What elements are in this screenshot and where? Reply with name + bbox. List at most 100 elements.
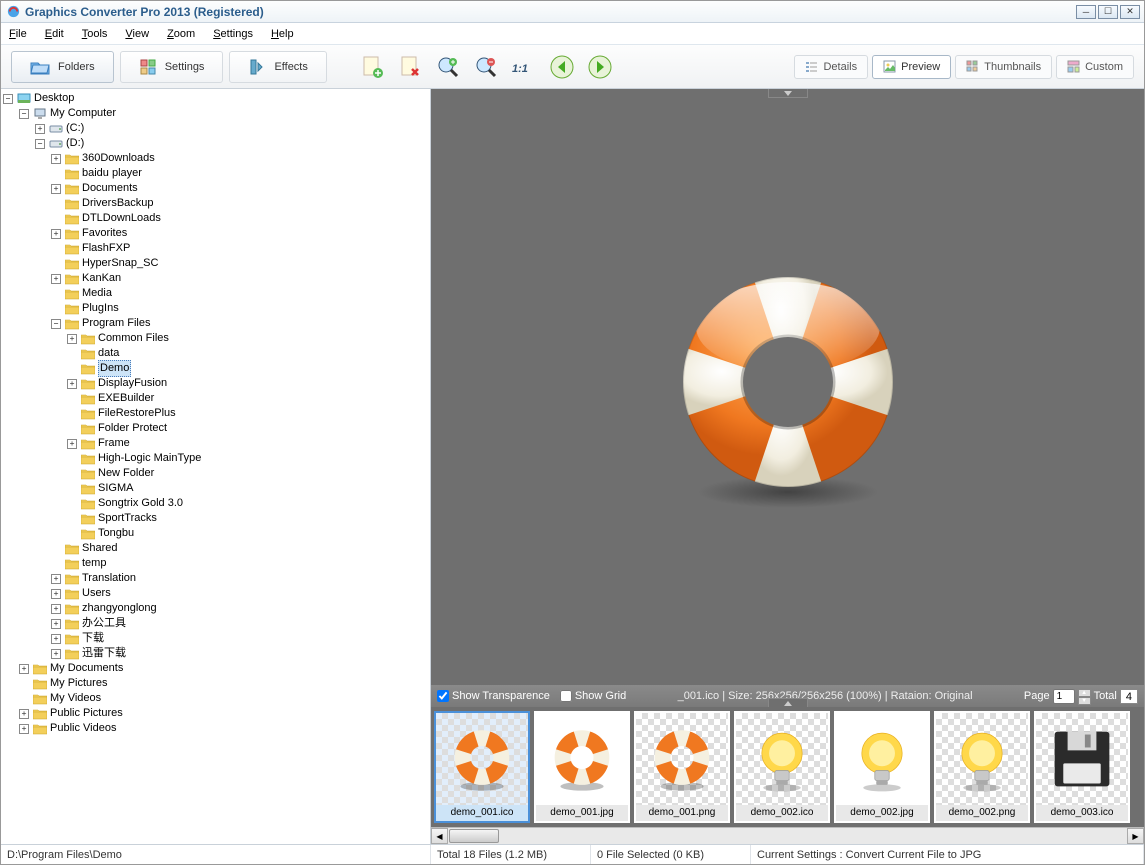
page-spinner[interactable]: ▲▼ [1078,689,1091,704]
menu-edit[interactable]: Edit [45,28,64,40]
tree-item[interactable]: High-Logic MainType [3,451,428,466]
tree-item[interactable]: +下载 [3,631,428,646]
tree-item[interactable]: temp [3,556,428,571]
zoom-actual-button[interactable]: 1:1 [507,50,541,84]
tree-expander[interactable]: − [51,319,61,329]
tree-item[interactable]: −(D:) [3,136,428,151]
tree-item[interactable]: My Videos [3,691,428,706]
tree-item[interactable]: DTLDownLoads [3,211,428,226]
collapse-handle-top[interactable] [768,89,808,98]
tree-expander[interactable]: − [19,109,29,119]
tree-expander[interactable]: + [51,619,61,629]
tree-expander[interactable]: + [19,664,29,674]
tree-item[interactable]: HyperSnap_SC [3,256,428,271]
show-grid-checkbox[interactable] [560,690,572,702]
tree-expander[interactable]: + [51,589,61,599]
tree-item[interactable]: EXEBuilder [3,391,428,406]
tree-item[interactable]: +Frame [3,436,428,451]
tree-item[interactable]: −Desktop [3,91,428,106]
tree-expander[interactable]: + [19,724,29,734]
tree-expander[interactable]: + [67,379,77,389]
tree-expander[interactable]: + [51,574,61,584]
tree-item[interactable]: +Users [3,586,428,601]
tree-expander[interactable]: + [35,124,45,134]
thumbnail-item[interactable]: demo_002.jpg [834,711,930,823]
delete-file-button[interactable] [393,50,427,84]
tree-expander[interactable]: + [67,439,77,449]
folder-tree[interactable]: −Desktop−My Computer+(C:)−(D:)+360Downlo… [1,89,430,844]
thumbnail-item[interactable]: demo_001.png [634,711,730,823]
prev-button[interactable] [545,50,579,84]
menu-settings[interactable]: Settings [213,28,253,40]
tree-item[interactable]: PlugIns [3,301,428,316]
tree-item[interactable]: +Translation [3,571,428,586]
tree-item[interactable]: +Documents [3,181,428,196]
thumbnail-item[interactable]: demo_003.ico [1034,711,1130,823]
viewtab-details[interactable]: Details [794,55,868,79]
tree-item[interactable]: +办公工具 [3,616,428,631]
zoom-in-button[interactable] [431,50,465,84]
tree-item[interactable]: +zhangyonglong [3,601,428,616]
tree-expander[interactable]: + [51,634,61,644]
tree-expander[interactable]: + [51,184,61,194]
add-file-button[interactable] [355,50,389,84]
tree-item[interactable]: baidu player [3,166,428,181]
tree-expander[interactable]: + [19,709,29,719]
tree-item[interactable]: +(C:) [3,121,428,136]
preview-area[interactable] [431,89,1144,685]
viewtab-custom[interactable]: Custom [1056,55,1134,79]
maximize-button[interactable]: ☐ [1098,5,1118,19]
tree-expander[interactable]: + [51,274,61,284]
tab-folders[interactable]: Folders [11,51,114,83]
tree-item[interactable]: New Folder [3,466,428,481]
tree-item[interactable]: Shared [3,541,428,556]
tree-item[interactable]: data [3,346,428,361]
minimize-button[interactable]: ─ [1076,5,1096,19]
thumbnail-item[interactable]: demo_002.ico [734,711,830,823]
tree-expander[interactable]: − [3,94,13,104]
tree-item[interactable]: SIGMA [3,481,428,496]
scroll-thumb[interactable] [449,829,499,843]
tree-expander[interactable]: + [51,229,61,239]
show-transparence-toggle[interactable]: Show Transparence [437,690,550,702]
show-grid-toggle[interactable]: Show Grid [560,690,626,702]
tree-item[interactable]: −Program Files [3,316,428,331]
menu-tools[interactable]: Tools [82,28,108,40]
thumbnail-scrollbar[interactable]: ◀ ▶ [431,827,1144,844]
tree-item[interactable]: +Common Files [3,331,428,346]
tree-item[interactable]: Tongbu [3,526,428,541]
tree-item[interactable]: Media [3,286,428,301]
tree-item[interactable]: Songtrix Gold 3.0 [3,496,428,511]
thumbnail-item[interactable]: demo_001.jpg [534,711,630,823]
tree-item[interactable]: FlashFXP [3,241,428,256]
tree-expander[interactable]: + [51,649,61,659]
tree-item[interactable]: +360Downloads [3,151,428,166]
tree-item[interactable]: +Favorites [3,226,428,241]
menu-file[interactable]: File [9,28,27,40]
scroll-left-button[interactable]: ◀ [431,828,448,844]
tab-settings[interactable]: Settings [120,51,224,83]
tree-item[interactable]: +迅雷下载 [3,646,428,661]
menu-zoom[interactable]: Zoom [167,28,195,40]
tree-item[interactable]: SportTracks [3,511,428,526]
tree-expander[interactable]: + [67,334,77,344]
tree-item[interactable]: Demo [3,361,428,376]
tree-item[interactable]: My Pictures [3,676,428,691]
menu-view[interactable]: View [125,28,149,40]
zoom-out-button[interactable] [469,50,503,84]
tree-expander[interactable]: + [51,154,61,164]
viewtab-thumbnails[interactable]: Thumbnails [955,55,1052,79]
tree-item[interactable]: Folder Protect [3,421,428,436]
thumbnail-item[interactable]: demo_002.png [934,711,1030,823]
tree-item[interactable]: +DisplayFusion [3,376,428,391]
scroll-right-button[interactable]: ▶ [1127,828,1144,844]
close-button[interactable]: ✕ [1120,5,1140,19]
next-button[interactable] [583,50,617,84]
tree-item[interactable]: +Public Pictures [3,706,428,721]
tree-item[interactable]: +Public Videos [3,721,428,736]
viewtab-preview[interactable]: Preview [872,55,951,79]
tree-item[interactable]: −My Computer [3,106,428,121]
page-input[interactable] [1053,689,1075,704]
collapse-handle-bottom[interactable] [768,698,808,707]
thumbnail-item[interactable]: demo_001.ico [434,711,530,823]
